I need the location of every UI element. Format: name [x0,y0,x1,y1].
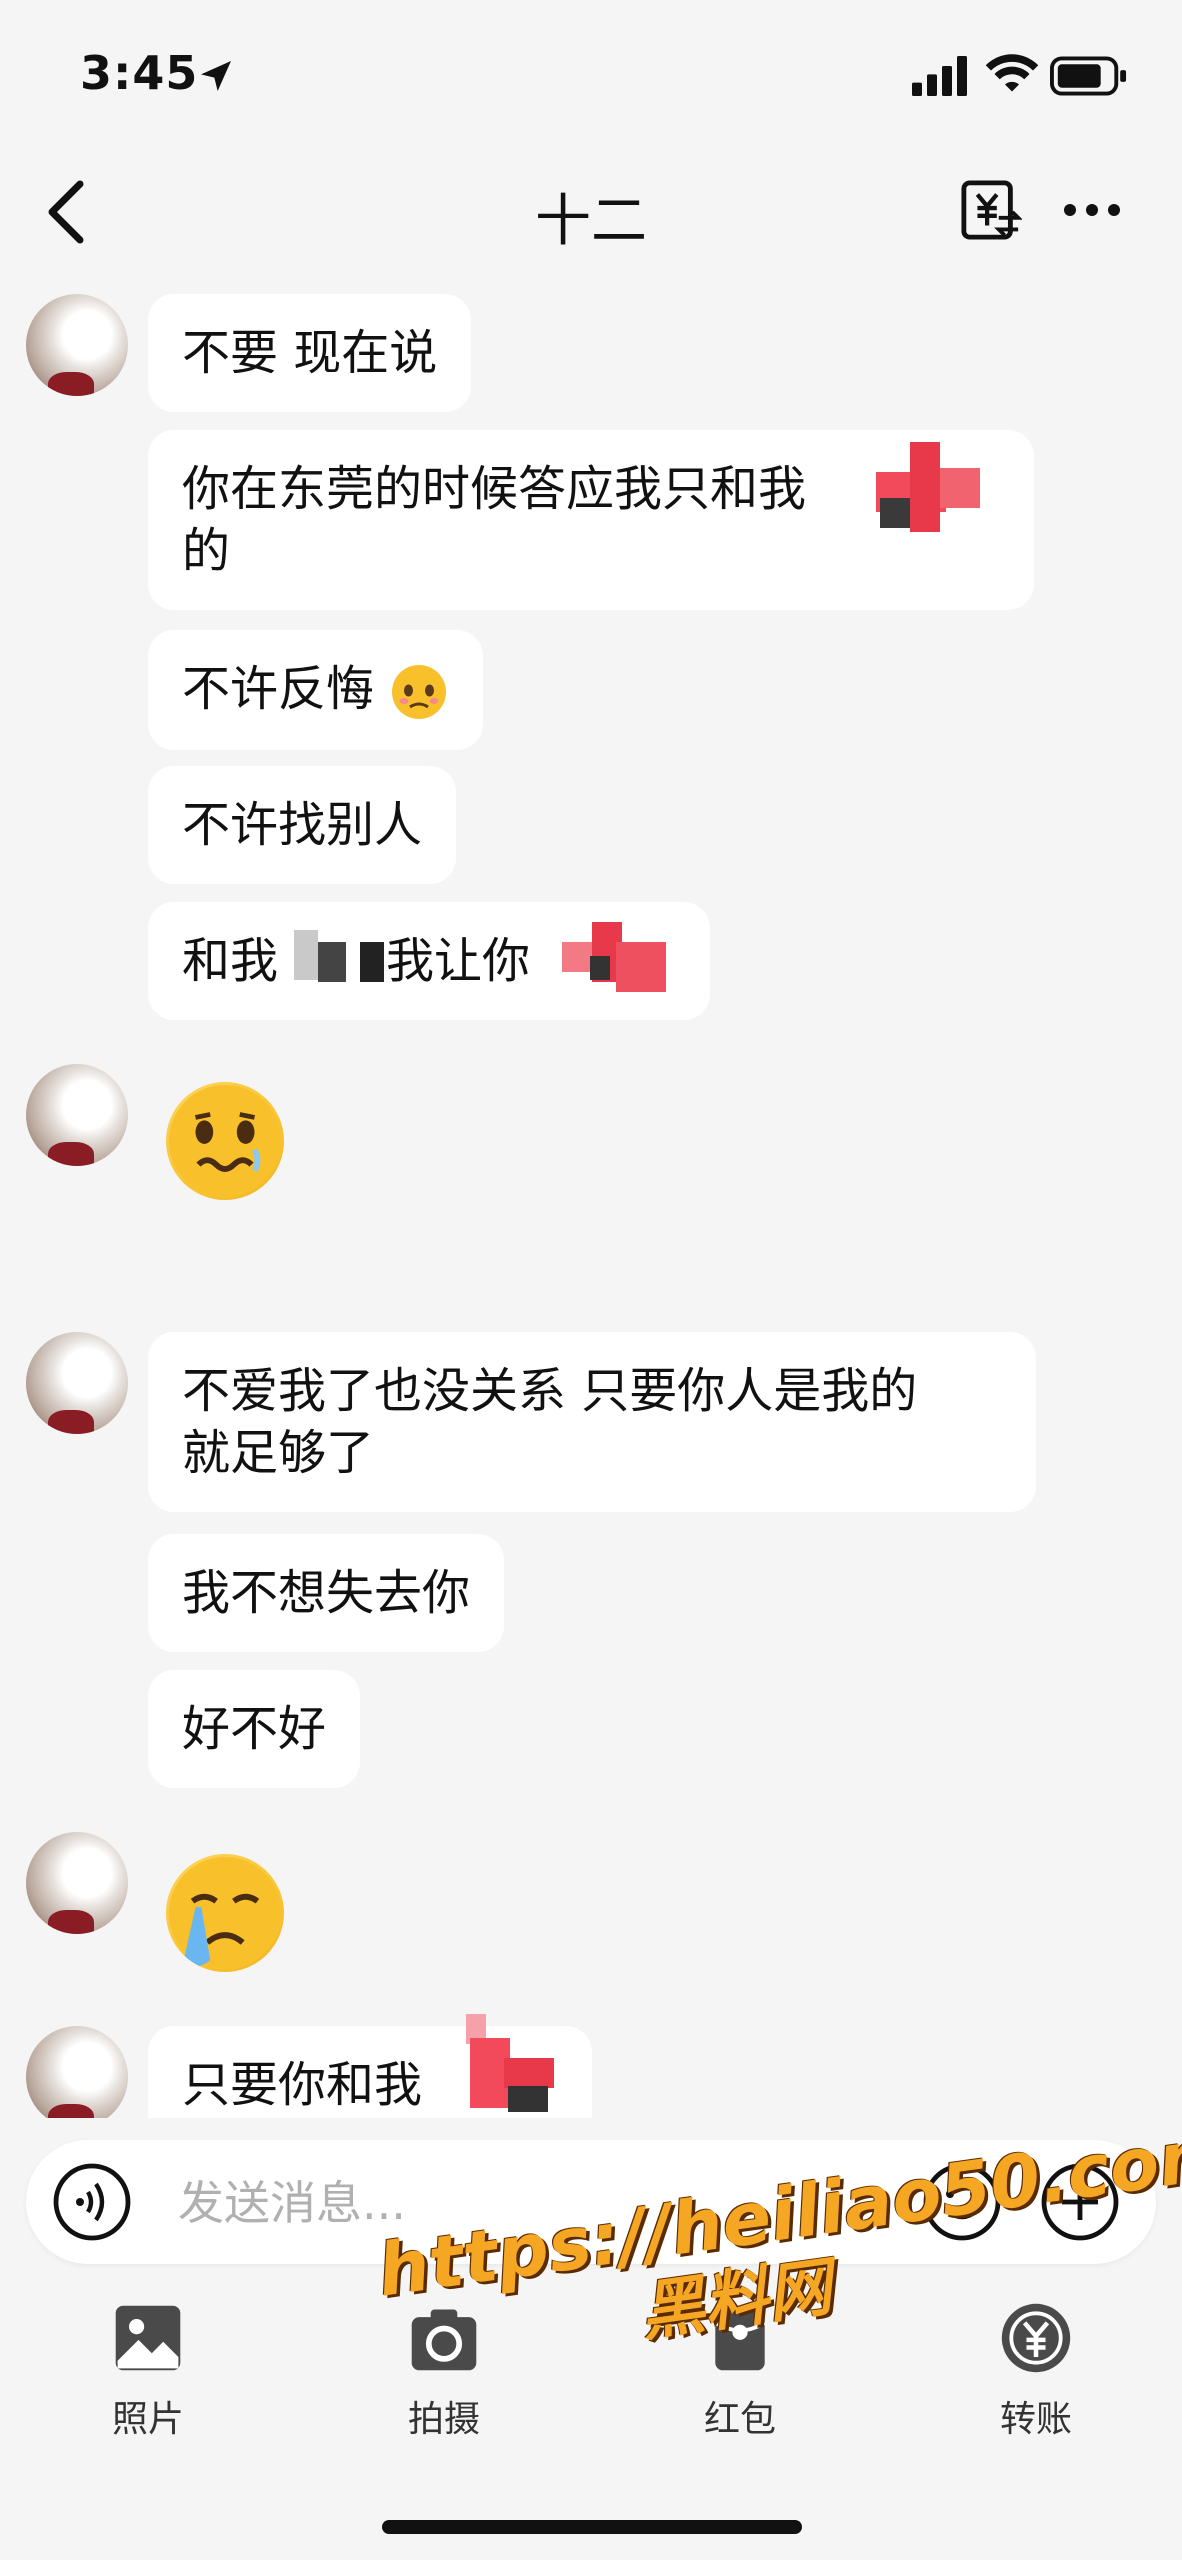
chat-header: 十二 [0,150,1182,270]
action-label: 红包 [703,2399,776,2440]
message-text: 不爱我了也没关系 只要你人是我的 [182,1363,918,1419]
message-text: 不要 现在说 [182,325,438,381]
pleading-face-icon [392,665,447,719]
crying-face-icon [166,1854,284,1972]
message-text: 我让你 [386,933,531,989]
message-text: 我不想失去你 [182,1565,471,1621]
message-bubble[interactable]: 好不好 [148,1670,361,1788]
censor-mosaic [284,920,394,990]
status-time: 3:45 [80,46,199,100]
message-list[interactable]: 不要 现在说 你在东莞的时候答应我只和我 的 不许反悔 不许找别人 和我 我让你 [0,280,1182,2118]
contact-avatar[interactable] [26,1064,128,1166]
photo-action-button[interactable]: 照片 [48,2300,248,2442]
message-text: 就足够了 [182,1425,375,1481]
censor-mosaic [562,912,682,1002]
contact-avatar[interactable] [26,294,128,396]
message-bubble[interactable]: 不要 现在说 [148,294,472,412]
transfer-action-button[interactable]: 转账 [936,2300,1136,2442]
transfer-yuan-icon [1001,2303,1071,2373]
message-bubble[interactable]: 不许反悔 [148,630,484,750]
message-text: 好不好 [182,1701,327,1757]
photo-icon [115,2305,181,2371]
message-text: 不许反悔 [182,661,375,717]
message-text: 不许找别人 [182,797,423,853]
message-bubble[interactable]: 不许找别人 [148,766,457,884]
voice-input-icon[interactable] [52,2162,132,2242]
contact-avatar[interactable] [26,1832,128,1934]
home-indicator[interactable] [382,2520,802,2534]
message-text: 和我 [182,933,279,989]
contact-avatar[interactable] [26,2026,128,2118]
cellular-signal-icon [912,56,967,96]
location-arrow-icon [201,61,231,91]
status-bar: 3:45 [0,0,1182,150]
censor-mosaic [456,2014,566,2118]
message-text: 的 [182,523,231,579]
yuan-transfer-icon[interactable] [960,178,1022,242]
censor-mosaic [866,442,986,532]
battery-icon [1050,56,1127,96]
wifi-icon [985,54,1039,92]
woozy-worried-face-icon [166,1082,284,1200]
message-bubble[interactable]: 不爱我了也没关系 只要你人是我的 就足够了 [148,1332,1036,1512]
more-options-icon[interactable] [1062,198,1122,222]
message-bubble[interactable]: 我不想失去你 [148,1534,505,1652]
action-label: 拍摄 [407,2399,480,2440]
message-text: 只要你和我 [182,2057,423,2113]
message-text: 你在东莞的时候答应我只和我 [182,461,807,517]
action-label: 转账 [999,2399,1072,2440]
action-label: 照片 [111,2399,184,2440]
contact-avatar[interactable] [26,1332,128,1434]
